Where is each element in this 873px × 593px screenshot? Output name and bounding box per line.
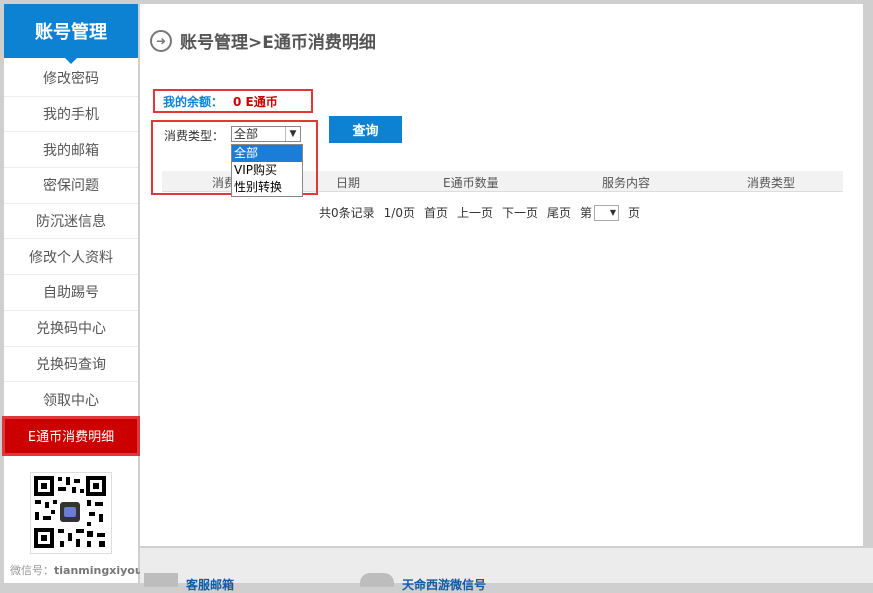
pagination: 共0条记录 1/0页 首页 上一页 下一页 尾页 第 ▼ 页 (319, 204, 649, 221)
page-number-select[interactable]: ▼ (594, 204, 620, 221)
main-panel: ➜ 账号管理>E通币消费明细 我的余额： 0 E通币 消费 日期 E通币数量 服… (140, 4, 863, 546)
sidebar-item-edit-profile[interactable]: 修改个人资料 (4, 239, 138, 276)
dropdown-option-all[interactable]: 全部 (232, 145, 302, 162)
wechat-label: 微信号： (10, 564, 54, 577)
page-info: 1/0页 (383, 206, 415, 220)
sidebar-item-anti-addiction[interactable]: 防沉迷信息 (4, 204, 138, 240)
page-title-text: 账号管理>E通币消费明细 (180, 33, 376, 53)
page-title: ➜ 账号管理>E通币消费明细 (150, 28, 376, 53)
column-header-service: 服务内容 (602, 176, 651, 190)
balance-label: 我的余额： (163, 94, 224, 109)
balance-box: 我的余额： 0 E通币 (153, 89, 313, 113)
filter-box: 消费类型： 全部 ▼ 全部 VIP购买 性别转换 (151, 120, 318, 197)
sidebar-item-change-password[interactable]: 修改密码 (4, 61, 138, 97)
consumption-type-dropdown: 全部 VIP购买 性别转换 (231, 144, 303, 197)
sidebar-header: 账号管理 (4, 4, 138, 64)
last-page-link[interactable]: 尾页 (547, 204, 571, 221)
first-page-link[interactable]: 首页 (424, 204, 448, 221)
goto-suffix: 页 (628, 206, 641, 220)
chevron-down-icon[interactable]: ▼ (285, 127, 300, 141)
consumption-type-select[interactable]: 全部 ▼ (231, 126, 301, 142)
wechat-icon (360, 573, 394, 587)
next-page-link[interactable]: 下一页 (502, 204, 538, 221)
sidebar-item-self-kick[interactable]: 自助踢号 (4, 275, 138, 311)
dropdown-option-gender-change[interactable]: 性别转换 (232, 179, 302, 196)
sidebar-item-etoken-details[interactable]: E通币消费明细 (2, 415, 140, 456)
filter-label: 消费类型： (164, 129, 225, 143)
sidebar-title: 账号管理 (35, 22, 107, 43)
sidebar-item-my-email[interactable]: 我的邮箱 (4, 132, 138, 169)
balance-value: 0 E通币 (233, 94, 278, 109)
qr-code-icon (30, 472, 112, 554)
sidebar-menu: 修改密码 我的手机 我的邮箱 密保问题 防沉迷信息 修改个人资料 自助踢号 兑换… (2, 61, 140, 456)
footer-link-wechat[interactable]: 天命西游微信号 (402, 576, 486, 593)
dropdown-option-vip[interactable]: VIP购买 (232, 162, 302, 179)
query-button[interactable]: 查询 (329, 116, 402, 143)
wechat-id-caption: 微信号：tianmingxiyou (10, 562, 143, 578)
sidebar-item-redeem-query[interactable]: 兑换码查询 (4, 347, 138, 383)
mail-icon (144, 573, 178, 587)
footer-link-service-email[interactable]: 客服邮箱 (186, 576, 234, 593)
sidebar-item-my-phone[interactable]: 我的手机 (4, 97, 138, 133)
goto-prefix: 第 (580, 206, 593, 220)
column-header-amount: E通币数量 (443, 176, 499, 190)
footer-strip: 客服邮箱 天命西游微信号 (140, 548, 873, 592)
wechat-qr-panel: 微信号：tianmingxiyou (4, 458, 143, 583)
arrow-right-circle-icon: ➜ (150, 29, 172, 52)
sidebar: 账号管理 修改密码 我的手机 我的邮箱 密保问题 防沉迷信息 修改个人资料 自助… (2, 4, 143, 583)
column-header-type: 消费类型 (747, 176, 796, 190)
prev-page-link[interactable]: 上一页 (457, 204, 493, 221)
sidebar-item-redeem-center[interactable]: 兑换码中心 (4, 311, 138, 347)
wechat-account: tianmingxiyou (54, 564, 143, 577)
select-value: 全部 (234, 127, 259, 141)
sidebar-item-security-question[interactable]: 密保问题 (4, 168, 138, 204)
record-count: 共0条记录 (319, 206, 375, 220)
sidebar-item-claim-center[interactable]: 领取中心 (4, 382, 138, 418)
column-header-date: 日期 (336, 176, 361, 190)
